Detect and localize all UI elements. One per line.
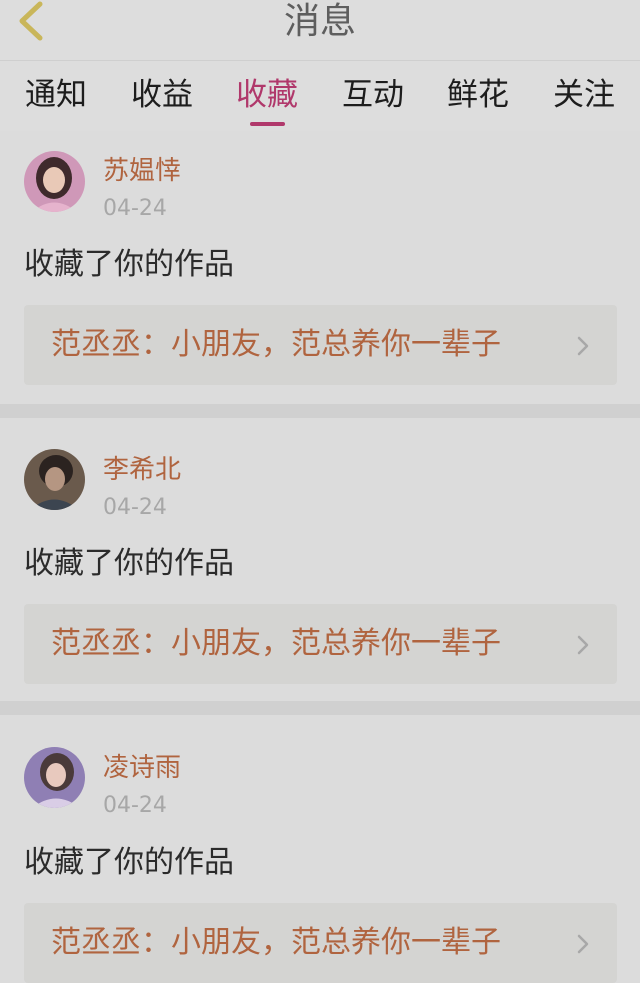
notification-card: 苏媪悻 04-24 收藏了你的作品 范丞丞：小朋友，范总养你一辈子 — [0, 132, 640, 404]
timestamp: 04-24 — [103, 196, 167, 221]
action-text: 收藏了你的作品 — [24, 546, 234, 581]
page-title: 消息 — [283, 1, 356, 42]
notification-card: 李希北 04-24 收藏了你的作品 范丞丞：小朋友，范总养你一辈子 — [0, 418, 640, 701]
action-text: 收藏了你的作品 — [24, 845, 234, 880]
chevron-right-icon — [577, 336, 589, 356]
chevron-right-icon — [577, 934, 589, 954]
active-tab-indicator — [250, 122, 285, 126]
divider — [0, 404, 640, 418]
avatar-image — [24, 747, 85, 808]
tab-notifications[interactable]: 通知 — [11, 75, 101, 115]
work-title: 范丞丞：小朋友，范总养你一辈子 — [51, 626, 501, 661]
action-text: 收藏了你的作品 — [24, 247, 234, 282]
work-link[interactable]: 范丞丞：小朋友，范总养你一辈子 — [24, 305, 617, 385]
divider — [0, 701, 640, 715]
avatar[interactable] — [24, 151, 85, 212]
avatar[interactable] — [24, 449, 85, 510]
tab-favorites[interactable]: 收藏 — [222, 75, 312, 115]
chevron-right-icon — [577, 635, 589, 655]
timestamp: 04-24 — [103, 793, 167, 818]
username[interactable]: 苏媪悻 — [103, 156, 181, 186]
tab-flowers[interactable]: 鲜花 — [433, 75, 523, 115]
timestamp: 04-24 — [103, 495, 167, 520]
work-title: 范丞丞：小朋友，范总养你一辈子 — [51, 925, 501, 960]
avatar[interactable] — [24, 747, 85, 808]
tab-interactions[interactable]: 互动 — [328, 75, 418, 115]
tab-following[interactable]: 关注 — [539, 75, 629, 115]
work-link[interactable]: 范丞丞：小朋友，范总养你一辈子 — [24, 604, 617, 684]
tab-earnings[interactable]: 收益 — [117, 75, 207, 115]
username[interactable]: 李希北 — [103, 455, 181, 485]
app-header: 消息 — [0, 0, 640, 61]
work-link[interactable]: 范丞丞：小朋友，范总养你一辈子 — [24, 903, 617, 983]
username[interactable]: 凌诗雨 — [103, 753, 181, 783]
tab-bar: 通知 收益 收藏 互动 鲜花 关注 — [0, 61, 640, 131]
avatar-image — [24, 449, 85, 510]
work-title: 范丞丞：小朋友，范总养你一辈子 — [51, 327, 501, 362]
notification-card: 凌诗雨 04-24 收藏了你的作品 范丞丞：小朋友，范总养你一辈子 — [0, 715, 640, 983]
avatar-image — [24, 151, 85, 212]
